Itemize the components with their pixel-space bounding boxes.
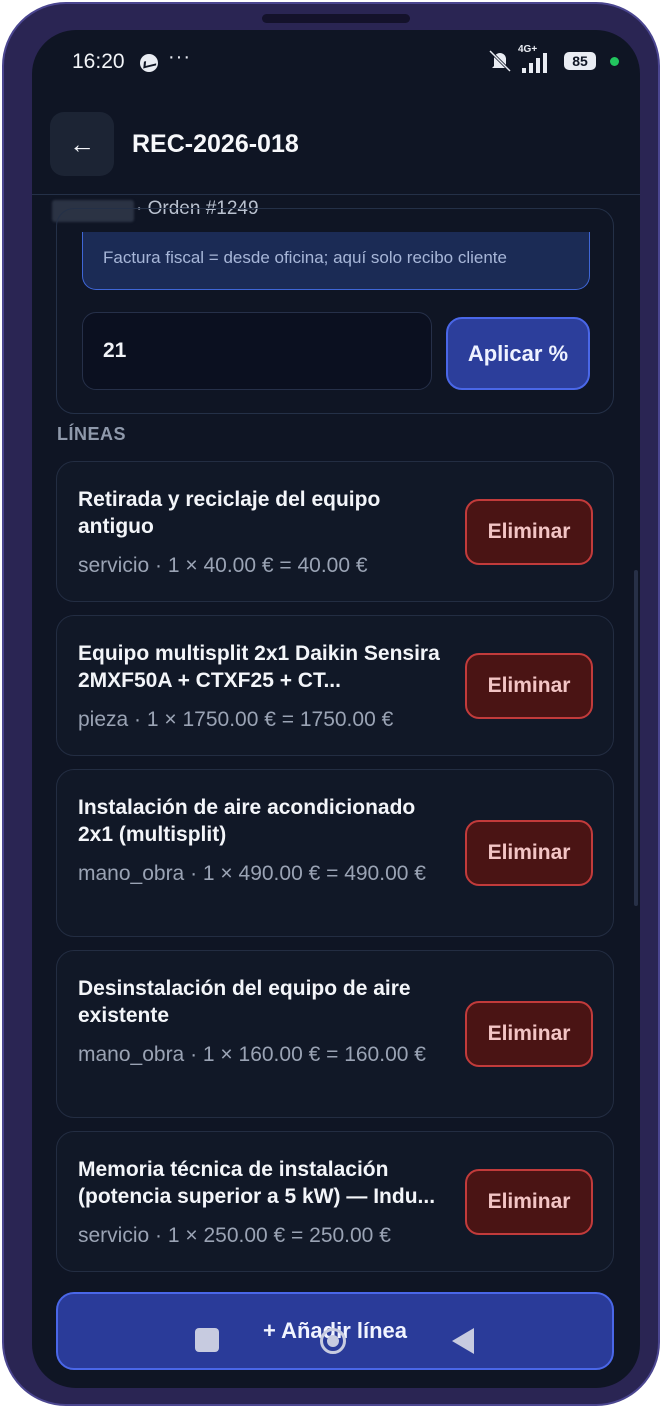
scrollbar[interactable] (634, 570, 638, 906)
recent-apps-icon[interactable] (195, 1328, 219, 1352)
line-meta: servicio · 1 × 40.00 € = 40.00 € (78, 554, 368, 577)
delete-line-button[interactable]: Eliminar (465, 499, 593, 565)
back-button[interactable]: ← (50, 112, 114, 176)
speaker-grille (262, 14, 410, 23)
line-item: Memoria técnica de instalación (potencia… (56, 1131, 614, 1272)
line-meta: servicio · 1 × 250.00 € = 250.00 € (78, 1224, 391, 1247)
home-icon[interactable] (320, 1328, 346, 1354)
messenger-icon (140, 54, 158, 72)
line-title: Desinstalación del equipo de aire existe… (78, 977, 411, 1027)
line-meta: mano_obra · 1 × 490.00 € = 490.00 € (78, 862, 426, 885)
delete-line-button[interactable]: Eliminar (465, 1001, 593, 1067)
delete-line-button[interactable]: Eliminar (465, 1169, 593, 1235)
percent-input[interactable]: 21 (82, 312, 432, 390)
battery-icon: 85 (564, 52, 596, 70)
delete-line-button[interactable]: Eliminar (465, 653, 593, 719)
line-item: Equipo multisplit 2x1 Daikin Sensira 2MX… (56, 615, 614, 756)
apply-percent-button[interactable]: Aplicar % (446, 317, 590, 390)
line-item: Instalación de aire acondicionado 2x1 (m… (56, 769, 614, 937)
line-title: Retirada y reciclaje del equipo antiguo (78, 488, 381, 538)
line-title: Memoria técnica de instalación (potencia… (78, 1158, 436, 1208)
invoice-note: Factura fiscal = desde oficina; aquí sol… (82, 232, 590, 290)
phone-frame: 16:20 ··· 4G+ 85 ← REC-2026-018 · Orden … (2, 2, 660, 1406)
line-title: Instalación de aire acondicionado 2x1 (m… (78, 796, 416, 846)
back-nav-icon[interactable] (452, 1328, 474, 1354)
line-item: Desinstalación del equipo de aire existe… (56, 950, 614, 1118)
page-title: REC-2026-018 (132, 130, 299, 158)
mute-icon (488, 49, 512, 73)
app-header: ← REC-2026-018 (32, 94, 640, 195)
status-bar: 16:20 ··· 4G+ 85 (32, 30, 640, 94)
line-meta: mano_obra · 1 × 160.00 € = 160.00 € (78, 1043, 426, 1066)
line-item: Retirada y reciclaje del equipo antiguo … (56, 461, 614, 602)
signal-icon (522, 53, 547, 73)
status-time: 16:20 (72, 50, 125, 73)
privacy-indicator-dot (610, 57, 619, 66)
line-title: Equipo multisplit 2x1 Daikin Sensira 2MX… (78, 642, 440, 692)
lines-section-label: LÍNEAS (57, 424, 127, 444)
more-notifications-icon: ··· (168, 46, 191, 68)
line-meta: pieza · 1 × 1750.00 € = 1750.00 € (78, 708, 394, 731)
app-screen: 16:20 ··· 4G+ 85 ← REC-2026-018 · Orden … (32, 30, 640, 1388)
delete-line-button[interactable]: Eliminar (465, 820, 593, 886)
